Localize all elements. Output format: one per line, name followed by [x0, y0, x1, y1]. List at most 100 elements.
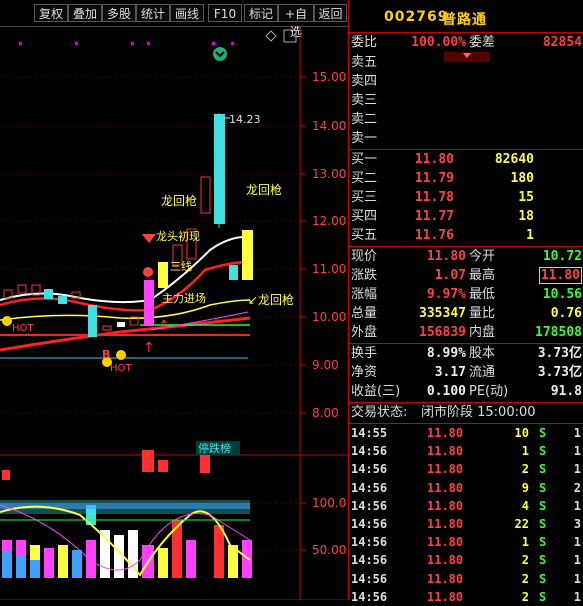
trade-row: 14:56 11.80 2 S 1 — [349, 551, 583, 569]
trade-n: 1 — [573, 498, 581, 513]
trade-time: 14:56 — [351, 498, 388, 513]
status-label: 交易状态: — [351, 405, 408, 420]
price-tick: 15.00 — [312, 70, 346, 84]
trade-dir: S — [539, 444, 547, 459]
b-signal: B — [102, 348, 110, 361]
back-button[interactable]: 返回 — [314, 4, 347, 22]
trade-dir: S — [539, 571, 547, 586]
weicha-label: 委差 — [469, 35, 496, 50]
chart-toolbar: 复权 叠加 多股 统计 画线 F10 标记 +自选 返回 — [0, 0, 348, 39]
price-tick: 13.00 — [312, 167, 346, 181]
stock-code: 002769 — [384, 9, 449, 25]
trade-price: 11.80 — [427, 480, 464, 495]
bid-row[interactable]: 买四 11.77 18 — [349, 207, 583, 226]
trade-n: 1 — [573, 589, 581, 604]
trade-price: 11.80 — [427, 589, 464, 604]
trade-row: 14:55 11.80 10 S 1 — [349, 424, 583, 442]
ask-row[interactable]: 卖二 — [349, 110, 583, 129]
mark-button[interactable]: 标记 — [244, 4, 278, 22]
trade-price: 11.80 — [427, 426, 464, 440]
ask-row[interactable]: 卖四 — [349, 72, 583, 91]
multi-stock-button[interactable]: 多股 — [102, 4, 136, 22]
trade-time: 14:56 — [351, 444, 388, 459]
price-tick: 12.00 — [312, 214, 346, 228]
longtou-label: 龙头初现 — [156, 229, 200, 243]
stat-row: 换手 8.99% 股本 3.73亿 — [351, 346, 582, 361]
diamond-icon[interactable] — [265, 30, 277, 42]
maximize-icon[interactable] — [283, 29, 297, 43]
hot-dot-icon — [2, 316, 12, 326]
tingban-label: 停跌榜 — [198, 441, 231, 455]
price-tick: 11.00 — [312, 262, 346, 276]
kline-chart[interactable]: 15.00 14.00 13.00 12.00 11.00 10.00 9.00… — [0, 27, 348, 601]
trade-dir: S — [539, 589, 547, 604]
trade-dir: S — [539, 553, 547, 568]
trade-n: 2 — [573, 480, 581, 495]
trade-vol: 2 — [521, 553, 529, 568]
trade-time: 14:56 — [351, 462, 388, 477]
trade-price: 11.80 — [427, 535, 464, 550]
trade-n: 1 — [573, 571, 581, 586]
hot-label: HOT — [12, 323, 34, 334]
bid-row[interactable]: 买五 11.76 1 — [349, 226, 583, 245]
up-arrow-icon: ↑ — [158, 318, 170, 334]
trade-vol: 10 — [514, 426, 529, 440]
trade-vol: 1 — [521, 535, 529, 550]
trade-dir: S — [539, 517, 547, 531]
trade-n: 1 — [573, 535, 581, 550]
weibi-value: 100.00% — [411, 35, 466, 50]
overlay-button[interactable]: 叠加 — [68, 4, 102, 22]
ask-row[interactable]: 卖三 — [349, 91, 583, 110]
draw-line-button[interactable]: 画线 — [170, 4, 204, 22]
longhui-label: 龙回枪 — [246, 182, 282, 197]
price-tick: 9.00 — [312, 358, 339, 372]
statistics-button[interactable]: 统计 — [136, 4, 170, 22]
trade-price: 11.80 — [427, 517, 464, 531]
trade-status: 交易状态: 闭市阶段 15:00:00 — [349, 403, 583, 422]
indicator-tick: 100.0 — [312, 496, 346, 510]
bid-row[interactable]: 买三 11.78 15 — [349, 188, 583, 207]
trade-dir: S — [539, 462, 547, 477]
trade-n: 1 — [573, 426, 581, 440]
trade-vol: 2 — [521, 589, 529, 604]
high-price-label: 14.23 — [229, 113, 261, 126]
trade-row: 14:56 11.80 2 S 1 — [349, 570, 583, 588]
expand-icon[interactable] — [213, 47, 227, 61]
price-tick: 10.00 — [312, 310, 346, 324]
ask-row[interactable]: 卖一 — [349, 129, 583, 148]
sanxian-label: 三线 — [170, 259, 192, 273]
trade-row: 14:56 11.80 4 S 1 — [349, 497, 583, 515]
trade-vol: 4 — [521, 498, 529, 513]
bid-row[interactable]: 买一 11.80 82640 — [349, 150, 583, 169]
trade-vol: 1 — [521, 444, 529, 459]
trade-price: 11.80 — [427, 553, 464, 568]
bid-row[interactable]: 买二 11.79 180 — [349, 169, 583, 188]
stat-row: 外盘 156839 内盘 178508 — [351, 325, 582, 340]
f10-button[interactable]: F10 — [208, 4, 242, 22]
stat-row: 净资 3.17 流通 3.73亿 — [351, 365, 582, 380]
trade-time: 14:56 — [351, 517, 388, 531]
trade-row: 14:56 11.80 1 S 1 — [349, 533, 583, 551]
trade-dir: S — [539, 498, 547, 513]
trade-dir: S — [539, 426, 547, 440]
trade-n: 1 — [573, 553, 581, 568]
longhui-label: 龙回枪 — [161, 193, 197, 208]
fuquan-button[interactable]: 复权 — [34, 4, 68, 22]
trade-price: 11.80 — [427, 444, 464, 459]
longhui-label: ↙龙回枪 — [248, 292, 294, 307]
trade-price: 11.80 — [427, 571, 464, 586]
stat-row: 涨幅 9.97% 最低 10.56 — [351, 287, 582, 302]
price-tick: 8.00 — [312, 406, 339, 420]
zhuli-label: 主力进场 — [162, 291, 206, 305]
stat-row: 涨跌 1.07 最高 11.80 — [351, 267, 582, 284]
add-favorite-button[interactable]: +自选 — [278, 4, 314, 39]
trade-time: 14:56 — [351, 480, 388, 495]
trade-time: 14:55 — [351, 426, 388, 440]
status-value: 闭市阶段 15:00:00 — [421, 405, 536, 420]
ask-row[interactable]: 卖五 — [349, 53, 583, 72]
stat-row: 现价 11.80 今开 10.72 — [351, 249, 582, 264]
trade-price: 11.80 — [427, 498, 464, 513]
trade-n: 1 — [573, 462, 581, 477]
quote-panel: 002769 普路通 委比 100.00% 委差 82854 卖五 卖四 卖三 … — [348, 0, 583, 604]
quote-header: 002769 普路通 — [349, 0, 583, 32]
